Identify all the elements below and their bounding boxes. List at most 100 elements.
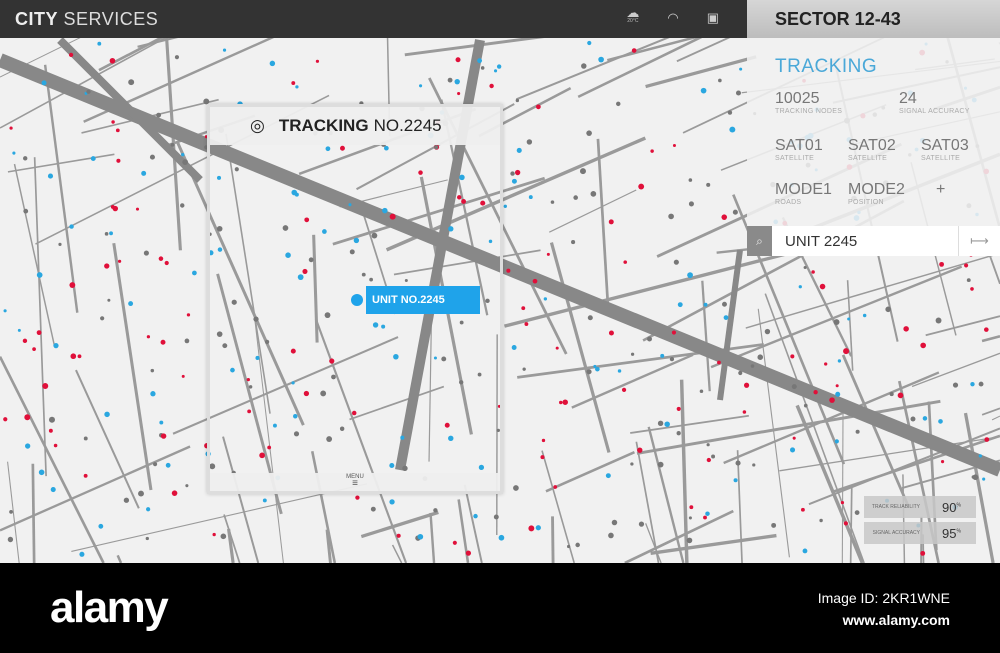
search-icon[interactable]: ⌕	[747, 226, 772, 256]
add-mode-button[interactable]: +	[921, 181, 994, 206]
street	[43, 64, 79, 313]
unit-marker[interactable]	[351, 294, 363, 306]
tracking-node	[677, 302, 683, 308]
unit-search[interactable]: ⌕ UNIT 2245 ⟼	[747, 226, 1000, 256]
tracking-node	[149, 154, 155, 160]
tracking-node	[616, 101, 621, 107]
weather-temp: 20°C	[627, 18, 639, 24]
tracking-node	[22, 338, 28, 344]
street	[991, 415, 1000, 421]
tracking-node	[824, 362, 828, 366]
tracking-node	[608, 330, 614, 336]
tracking-node	[174, 55, 180, 60]
tracking-node	[792, 436, 796, 440]
search-input[interactable]: UNIT 2245	[772, 233, 958, 250]
tracking-node	[295, 85, 299, 89]
tracking-node	[664, 421, 670, 427]
tracking-node	[528, 525, 535, 532]
tracking-node	[608, 219, 614, 225]
sat01-button[interactable]: SAT01 SATELLITE	[775, 137, 848, 162]
tracking-node	[70, 353, 77, 360]
street	[981, 407, 1000, 416]
wifi-icon[interactable]: ◠	[667, 10, 678, 26]
tracking-node	[3, 309, 7, 313]
sat02-button[interactable]: SAT02 SATELLITE	[848, 137, 921, 162]
hamburger-icon[interactable]: ≡	[210, 479, 500, 489]
tracking-node	[262, 498, 267, 503]
tracking-node	[688, 201, 694, 207]
tracking-node	[457, 91, 461, 96]
tracking-node	[885, 306, 891, 313]
tracking-node	[922, 416, 928, 421]
tracking-node	[506, 268, 511, 273]
tracking-node	[703, 302, 708, 307]
tracking-node	[813, 390, 818, 395]
tracking-node	[165, 462, 171, 468]
street	[701, 280, 711, 392]
tracking-node	[840, 501, 845, 505]
tracking-node	[291, 81, 296, 85]
tracking-node	[803, 265, 807, 270]
tracking-node	[160, 433, 167, 439]
tracking-node	[17, 328, 21, 332]
tracking-node	[742, 410, 747, 414]
tracking-node	[473, 513, 478, 519]
highway	[717, 249, 743, 401]
sector-panel: SECTOR 12-43 TRACKING 10025 TRACKING NODE…	[747, 0, 1000, 256]
tracking-node	[146, 507, 151, 512]
tracking-node	[970, 287, 974, 291]
street	[911, 352, 1000, 388]
tracking-node	[847, 317, 851, 321]
tracking-node	[982, 477, 986, 481]
weather-widget[interactable]: ☁ 20°C	[626, 6, 639, 26]
street	[551, 516, 555, 563]
go-arrow-button[interactable]: ⟼	[958, 226, 1000, 256]
tracking-node	[703, 515, 707, 520]
tracking-node	[672, 143, 676, 147]
tracking-node	[186, 313, 191, 317]
tracking-node	[738, 370, 743, 376]
tracking-node	[789, 447, 796, 453]
tracking-node	[116, 158, 121, 163]
tracking-node	[153, 462, 158, 467]
tracking-node	[128, 301, 134, 307]
tracking-node	[123, 497, 130, 503]
alamy-logo: alamy	[50, 583, 169, 632]
sat03-button[interactable]: SAT03 SATELLITE	[921, 137, 994, 162]
tracking-node	[590, 191, 597, 197]
tracking-node	[623, 260, 628, 264]
tracking-heading: TRACKING	[775, 56, 878, 77]
tracking-node	[143, 250, 149, 256]
tracking-node	[528, 195, 533, 200]
mode1-button[interactable]: MODE1 ROADS	[775, 181, 848, 206]
tracking-node	[182, 159, 188, 165]
tracking-node	[722, 301, 727, 307]
tracking-node	[389, 499, 395, 505]
unit-label[interactable]: UNIT NO.2245	[366, 286, 480, 314]
weather-icon[interactable]: ☁	[626, 6, 639, 19]
map-view[interactable]: CITY SERVICES ☁ 20°C ◠ ▣ SECTOR 12-43 TR…	[0, 0, 1000, 563]
tracking-node	[9, 509, 13, 514]
tracking-node	[657, 420, 664, 427]
tracking-node	[510, 171, 515, 176]
tracking-node	[180, 203, 185, 208]
tracking-node	[68, 52, 74, 57]
chat-icon[interactable]: ▣	[707, 10, 719, 26]
tracking-node	[952, 382, 959, 388]
mode2-button[interactable]: MODE2 POSITION	[848, 181, 921, 206]
tracking-node	[718, 78, 722, 83]
tracking-node	[480, 66, 485, 70]
tracking-node	[939, 261, 945, 267]
tracking-node	[605, 473, 611, 479]
tracking-node	[156, 112, 162, 118]
tracking-node	[757, 354, 764, 360]
tracking-node	[717, 360, 721, 365]
tracking-node	[41, 80, 47, 86]
tracking-node	[515, 98, 520, 103]
tracking-node	[688, 516, 692, 520]
tracking-node	[185, 484, 189, 488]
menu-button[interactable]: MENU ≡	[210, 473, 500, 491]
street	[429, 512, 436, 563]
tracking-node	[12, 151, 16, 155]
tracking-node	[97, 41, 102, 46]
